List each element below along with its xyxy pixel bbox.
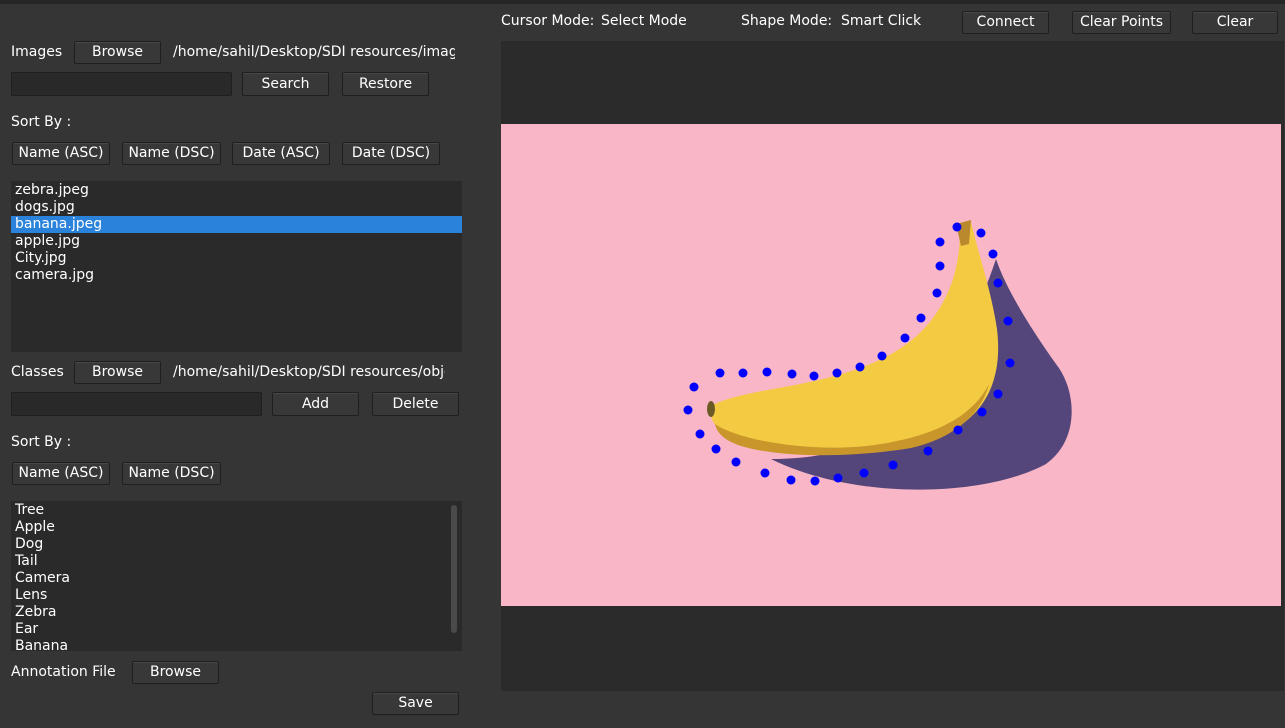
image-file-item[interactable]: dogs.jpg <box>11 199 462 216</box>
banana-body <box>711 222 999 453</box>
classes-label: Classes <box>11 364 64 380</box>
class-list-item[interactable]: Ear <box>11 621 462 638</box>
banana-tip <box>707 401 715 417</box>
banana-stem <box>956 220 971 246</box>
image-file-item[interactable]: City.jpg <box>11 250 462 267</box>
class-list-item[interactable]: Apple <box>11 519 462 536</box>
image-file-item[interactable]: apple.jpg <box>11 233 462 250</box>
images-browse-button[interactable]: Browse <box>74 41 161 64</box>
connect-button[interactable]: Connect <box>962 11 1049 34</box>
images-sort-date-dsc-button[interactable]: Date (DSC) <box>342 142 440 165</box>
images-sort-name-asc-button[interactable]: Name (ASC) <box>12 142 110 165</box>
shape-mode-label: Shape Mode: <box>741 13 833 29</box>
annotation-browse-button[interactable]: Browse <box>132 661 219 684</box>
image-file-item[interactable]: zebra.jpeg <box>11 182 462 199</box>
image-file-item[interactable]: camera.jpg <box>11 267 462 284</box>
class-name-input[interactable] <box>11 392 262 416</box>
class-list-item[interactable]: Banana <box>11 638 462 651</box>
classes-browse-button[interactable]: Browse <box>74 361 161 384</box>
class-list-item[interactable]: Tree <box>11 502 462 519</box>
cursor-mode-value: Select Mode <box>601 13 687 29</box>
classes-sort-name-dsc-button[interactable]: Name (DSC) <box>122 462 221 485</box>
annotation-file-label: Annotation File <box>11 664 116 680</box>
search-button[interactable]: Search <box>242 72 329 96</box>
image-search-input[interactable] <box>11 72 232 96</box>
restore-button[interactable]: Restore <box>342 72 429 96</box>
classes-sort-by-label: Sort By : <box>11 434 72 450</box>
image-file-list[interactable]: zebra.jpeg dogs.jpg banana.jpeg apple.jp… <box>11 181 462 352</box>
images-label: Images <box>11 44 63 60</box>
class-list[interactable]: Tree Apple Dog Tail Camera Lens Zebra Ea… <box>11 501 462 651</box>
image-file-item-selected[interactable]: banana.jpeg <box>11 216 462 233</box>
classes-path: /home/sahil/Desktop/SDI resources/obje <box>173 364 445 380</box>
save-button[interactable]: Save <box>372 692 459 715</box>
images-sort-date-asc-button[interactable]: Date (ASC) <box>232 142 330 165</box>
images-sort-name-dsc-button[interactable]: Name (DSC) <box>122 142 221 165</box>
class-list-scrollbar[interactable] <box>451 505 457 633</box>
shape-mode-value: Smart Click <box>841 13 922 29</box>
clear-points-button[interactable]: Clear Points <box>1072 11 1171 34</box>
clear-button[interactable]: Clear <box>1192 11 1278 34</box>
class-list-item[interactable]: Camera <box>11 570 462 587</box>
classes-sort-name-asc-button[interactable]: Name (ASC) <box>12 462 110 485</box>
class-list-item[interactable]: Dog <box>11 536 462 553</box>
delete-class-button[interactable]: Delete <box>372 392 459 416</box>
banana-photo <box>707 220 1072 490</box>
add-class-button[interactable]: Add <box>272 392 359 416</box>
class-list-item[interactable]: Lens <box>11 587 462 604</box>
images-path: /home/sahil/Desktop/SDI resources/imag <box>173 44 455 60</box>
cursor-mode-label: Cursor Mode: <box>501 13 595 29</box>
window-top-border <box>0 0 1285 4</box>
banana-image[interactable] <box>501 124 1281 606</box>
class-list-item[interactable]: Tail <box>11 553 462 570</box>
images-sort-by-label: Sort By : <box>11 114 72 130</box>
class-list-item[interactable]: Zebra <box>11 604 462 621</box>
